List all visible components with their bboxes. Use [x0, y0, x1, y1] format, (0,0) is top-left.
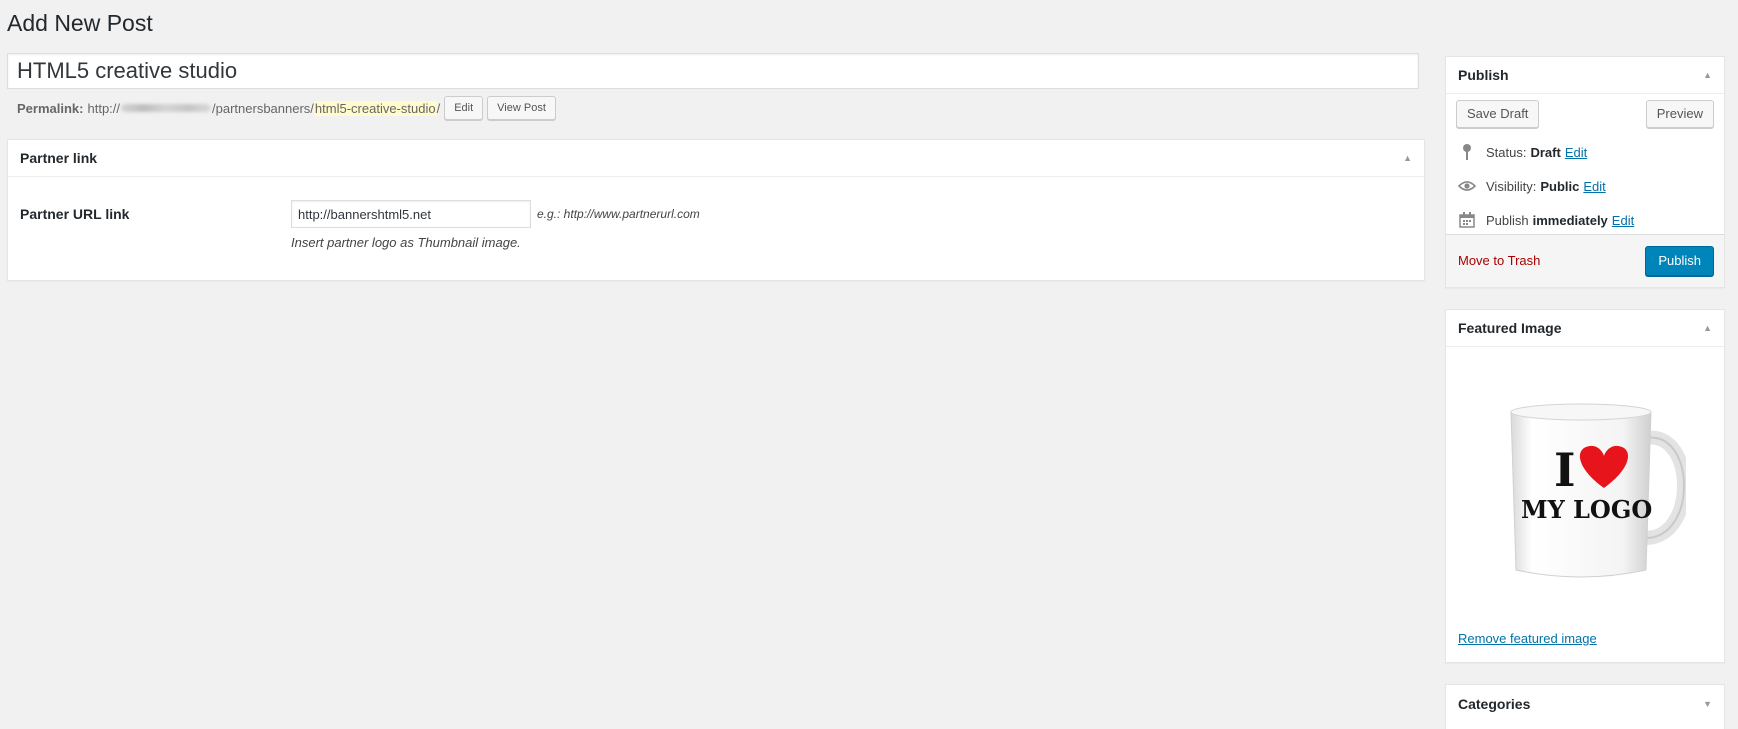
- page-title: Add New Post: [7, 10, 153, 36]
- partner-link-box: Partner link ▲ Partner URL link e.g.: ht…: [7, 139, 1425, 281]
- permalink-row: Permalink: http:// /partnersbanners/ htm…: [17, 96, 556, 120]
- status-row: Status: Draft Edit: [1458, 143, 1587, 161]
- publish-label: Publish: [1486, 212, 1529, 228]
- publish-header[interactable]: Publish ▲: [1446, 57, 1724, 94]
- publish-button[interactable]: Publish: [1645, 246, 1714, 276]
- mug-text-logo: MY LOGO: [1521, 495, 1652, 524]
- collapse-up-icon[interactable]: ▲: [1703, 323, 1712, 333]
- mug-text-i: I: [1554, 443, 1576, 497]
- visibility-label: Visibility:: [1486, 178, 1537, 194]
- post-title-input[interactable]: [7, 53, 1419, 89]
- featured-image-header[interactable]: Featured Image ▲: [1446, 310, 1724, 347]
- publish-title: Publish: [1458, 67, 1509, 83]
- collapse-down-icon[interactable]: ▼: [1703, 699, 1712, 709]
- permalink-trailing: /: [436, 100, 441, 116]
- calendar-icon: [1458, 211, 1476, 229]
- status-value: Draft: [1530, 144, 1561, 160]
- partner-url-input[interactable]: [291, 200, 531, 228]
- visibility-row: Visibility: Public Edit: [1458, 177, 1606, 195]
- publish-value: immediately: [1532, 212, 1608, 228]
- categories-box: Categories ▼: [1445, 684, 1725, 729]
- save-draft-button[interactable]: Save Draft: [1456, 100, 1540, 128]
- categories-header[interactable]: Categories ▼: [1446, 685, 1724, 722]
- featured-image-box: Featured Image ▲ I MY LOGO Remove featur…: [1445, 309, 1725, 663]
- status-label: Status:: [1486, 144, 1527, 160]
- collapse-up-icon[interactable]: ▲: [1703, 70, 1712, 80]
- eye-icon: [1458, 177, 1476, 195]
- thumbnail-hint: Insert partner logo as Thumbnail image.: [291, 235, 521, 250]
- partner-url-label: Partner URL link: [20, 206, 130, 222]
- permalink-prefix: http://: [87, 100, 121, 116]
- edit-permalink-button[interactable]: Edit: [444, 96, 484, 120]
- view-post-button[interactable]: View Post: [487, 96, 556, 120]
- permalink-label: Permalink:: [17, 100, 84, 116]
- schedule-row: Publish immediately Edit: [1458, 211, 1634, 229]
- publish-actions: Move to Trash Publish: [1446, 234, 1724, 287]
- blurred-domain: [121, 104, 212, 112]
- publish-box: Publish ▲ Save Draft Preview Status: Dra…: [1445, 56, 1725, 288]
- permalink-path: /partnersbanners/: [212, 100, 314, 116]
- edit-status-link[interactable]: Edit: [1565, 145, 1587, 160]
- featured-image-thumbnail[interactable]: I MY LOGO: [1506, 390, 1691, 590]
- edit-schedule-link[interactable]: Edit: [1612, 213, 1634, 228]
- collapse-up-icon[interactable]: ▲: [1403, 153, 1412, 163]
- categories-title: Categories: [1458, 695, 1531, 712]
- mug-image: I MY LOGO: [1510, 403, 1691, 578]
- visibility-value: Public: [1540, 178, 1580, 194]
- featured-image-title: Featured Image: [1458, 320, 1562, 336]
- partner-link-title: Partner link: [20, 150, 98, 166]
- partner-url-hint: e.g.: http://www.partnerurl.com: [537, 207, 700, 221]
- move-to-trash-link[interactable]: Move to Trash: [1458, 253, 1540, 268]
- remove-featured-image-link[interactable]: Remove featured image: [1458, 631, 1597, 646]
- partner-link-header[interactable]: Partner link ▲: [8, 140, 1424, 177]
- pin-icon: [1458, 143, 1476, 161]
- preview-button[interactable]: Preview: [1645, 100, 1714, 128]
- edit-visibility-link[interactable]: Edit: [1583, 179, 1605, 194]
- permalink-slug[interactable]: html5-creative-studio: [313, 100, 437, 116]
